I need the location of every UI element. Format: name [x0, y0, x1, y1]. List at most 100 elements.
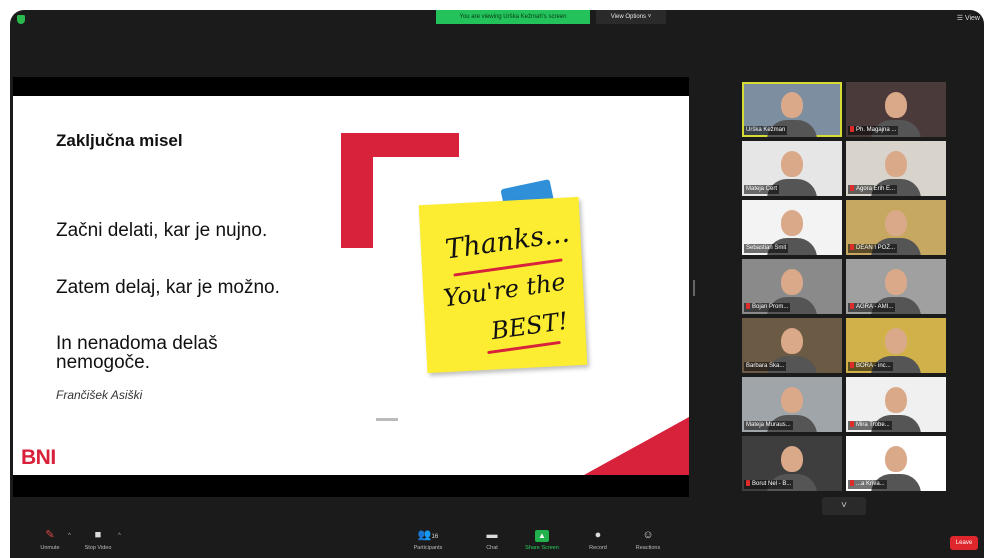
participant-tile[interactable]: ...a Kriva...	[846, 436, 946, 491]
participant-face	[885, 92, 907, 118]
reactions-button[interactable]: ☺ Reactions	[626, 528, 670, 551]
participant-name: Agora Erih E...	[848, 185, 898, 194]
participant-name-text: Ph. Magajna ...	[856, 127, 897, 133]
participants-button[interactable]: 👥16 Participants	[406, 528, 450, 551]
participant-face	[781, 328, 803, 354]
record-icon: ●	[594, 529, 602, 541]
participant-name: Ph. Magajna ...	[848, 126, 899, 135]
participant-face	[885, 446, 907, 472]
share-screen-button[interactable]: ▲ Share Screen	[520, 528, 564, 551]
muted-mic-icon	[850, 185, 854, 191]
bni-logo: BNI	[21, 446, 56, 469]
participant-face	[781, 151, 803, 177]
participant-name-text: Borut Nel - B...	[752, 481, 792, 487]
unmute-button[interactable]: ✎ Unmute	[28, 528, 72, 551]
participant-face	[885, 210, 907, 236]
stop-video-label: Stop Video	[84, 545, 112, 551]
participants-count: 16	[431, 534, 439, 540]
participant-name-text: Agora Erih E...	[856, 186, 896, 192]
participant-face	[781, 269, 803, 295]
security-shield-icon[interactable]	[17, 15, 25, 24]
participant-name: Barbara Ska...	[744, 362, 787, 371]
muted-mic-icon	[746, 303, 750, 309]
participant-name-text: Mateja Cert	[746, 186, 778, 192]
participant-name-text: DEAN I POŽ...	[856, 245, 896, 251]
participant-face	[885, 151, 907, 177]
participant-name-text: Bojan Prom...	[752, 304, 789, 310]
muted-mic-icon	[850, 244, 854, 250]
chat-label: Chat	[486, 545, 498, 551]
participant-tile[interactable]: DEAN I POŽ...	[846, 200, 946, 255]
participant-tile[interactable]: Barbara Ska...	[742, 318, 842, 373]
slide-title: Zaključna misel	[56, 131, 183, 150]
participant-name-text: Mateja Muraus...	[746, 422, 791, 428]
participant-name-text: AGRA - AMI...	[856, 304, 894, 310]
participant-name: BORA - inc...	[848, 362, 893, 371]
participant-tile[interactable]: Urška Kežman	[742, 82, 842, 137]
participant-face	[781, 387, 803, 413]
participant-face	[885, 269, 907, 295]
unmute-label: Unmute	[40, 545, 60, 551]
reactions-icon: ☺	[642, 529, 654, 541]
participant-name-text: Urška Kežman	[746, 127, 786, 133]
stop-video-button[interactable]: ■ Stop Video	[76, 528, 120, 551]
video-caret-icon[interactable]: ^	[118, 533, 121, 539]
audio-caret-icon[interactable]: ^	[68, 533, 71, 539]
participant-name: ...a Kriva...	[848, 480, 887, 489]
split-handle[interactable]	[693, 280, 695, 296]
control-bar: ✎ Unmute ^ ■ Stop Video ^ 👥16 Participan…	[10, 524, 984, 558]
participant-name: Mira Trobe...	[848, 421, 892, 430]
view-options-button[interactable]: View Options ˅	[596, 10, 666, 24]
muted-mic-icon	[850, 303, 854, 309]
record-button[interactable]: ● Record	[576, 528, 620, 551]
slide-line-2: Zatem delaj, kar je možno.	[56, 277, 280, 298]
participant-tile[interactable]: Mira Trobe...	[846, 377, 946, 432]
red-bracket-side	[341, 133, 373, 248]
participant-tile[interactable]: AGRA - AMI...	[846, 259, 946, 314]
participants-icon: 👥	[417, 529, 432, 541]
participant-name: Mateja Muraus...	[744, 421, 793, 430]
view-button[interactable]: ☰ View	[957, 14, 980, 22]
participant-name-text: Barbara Ska...	[746, 363, 785, 369]
top-bar: You are viewing Urška Kežmah's screen Vi…	[10, 10, 984, 30]
participant-name-text: ...a Kriva...	[856, 481, 885, 487]
participant-name: AGRA - AMI...	[848, 303, 896, 312]
slide-attribution: Frančišek Asiški	[56, 388, 143, 402]
slide-dash	[376, 418, 398, 421]
participant-tile[interactable]: Mateja Muraus...	[742, 377, 842, 432]
participant-name: Urška Kežman	[744, 126, 788, 135]
gallery-scroll-down-icon[interactable]: ˅	[822, 497, 866, 515]
muted-mic-icon	[850, 480, 854, 486]
zoom-window: You are viewing Urška Kežmah's screen Vi…	[10, 10, 984, 558]
viewing-banner: You are viewing Urška Kežmah's screen	[436, 10, 590, 24]
participant-name: Sebastian Smit	[744, 244, 789, 253]
record-label: Record	[589, 545, 607, 551]
participant-name-text: Mira Trobe...	[856, 422, 890, 428]
video-camera-icon: ■	[94, 529, 102, 541]
chat-icon: ▬	[486, 529, 498, 541]
participant-name: DEAN I POŽ...	[848, 244, 898, 253]
slide-line-1: Začni delati, kar je nujno.	[56, 220, 268, 241]
participant-tile[interactable]: Agora Erih E...	[846, 141, 946, 196]
participant-name-text: Sebastian Smit	[746, 245, 787, 251]
participant-tile[interactable]: Mateja Cert	[742, 141, 842, 196]
participant-face	[781, 92, 803, 118]
participant-name: Mateja Cert	[744, 185, 780, 194]
leave-button[interactable]: Leave	[950, 536, 978, 550]
share-screen-label: Share Screen	[525, 545, 559, 551]
muted-mic-icon	[850, 421, 854, 427]
presentation-slide: Zaključna misel Začni delati, kar je nuj…	[13, 96, 689, 475]
participant-name: Bojan Prom...	[744, 303, 791, 312]
slide-line-3: In nenadoma delaš nemogoče.	[56, 333, 218, 373]
participant-face	[885, 387, 907, 413]
participant-tile[interactable]: Sebastian Smit	[742, 200, 842, 255]
participant-tile[interactable]: Bojan Prom...	[742, 259, 842, 314]
participant-face	[781, 446, 803, 472]
share-screen-icon: ▲	[535, 530, 549, 542]
chat-button[interactable]: ▬ Chat	[470, 528, 514, 551]
participant-face	[885, 328, 907, 354]
participant-tile[interactable]: BORA - inc...	[846, 318, 946, 373]
participant-tile[interactable]: Ph. Magajna ...	[846, 82, 946, 137]
participant-tile[interactable]: Borut Nel - B...	[742, 436, 842, 491]
participant-name: Borut Nel - B...	[744, 480, 794, 489]
